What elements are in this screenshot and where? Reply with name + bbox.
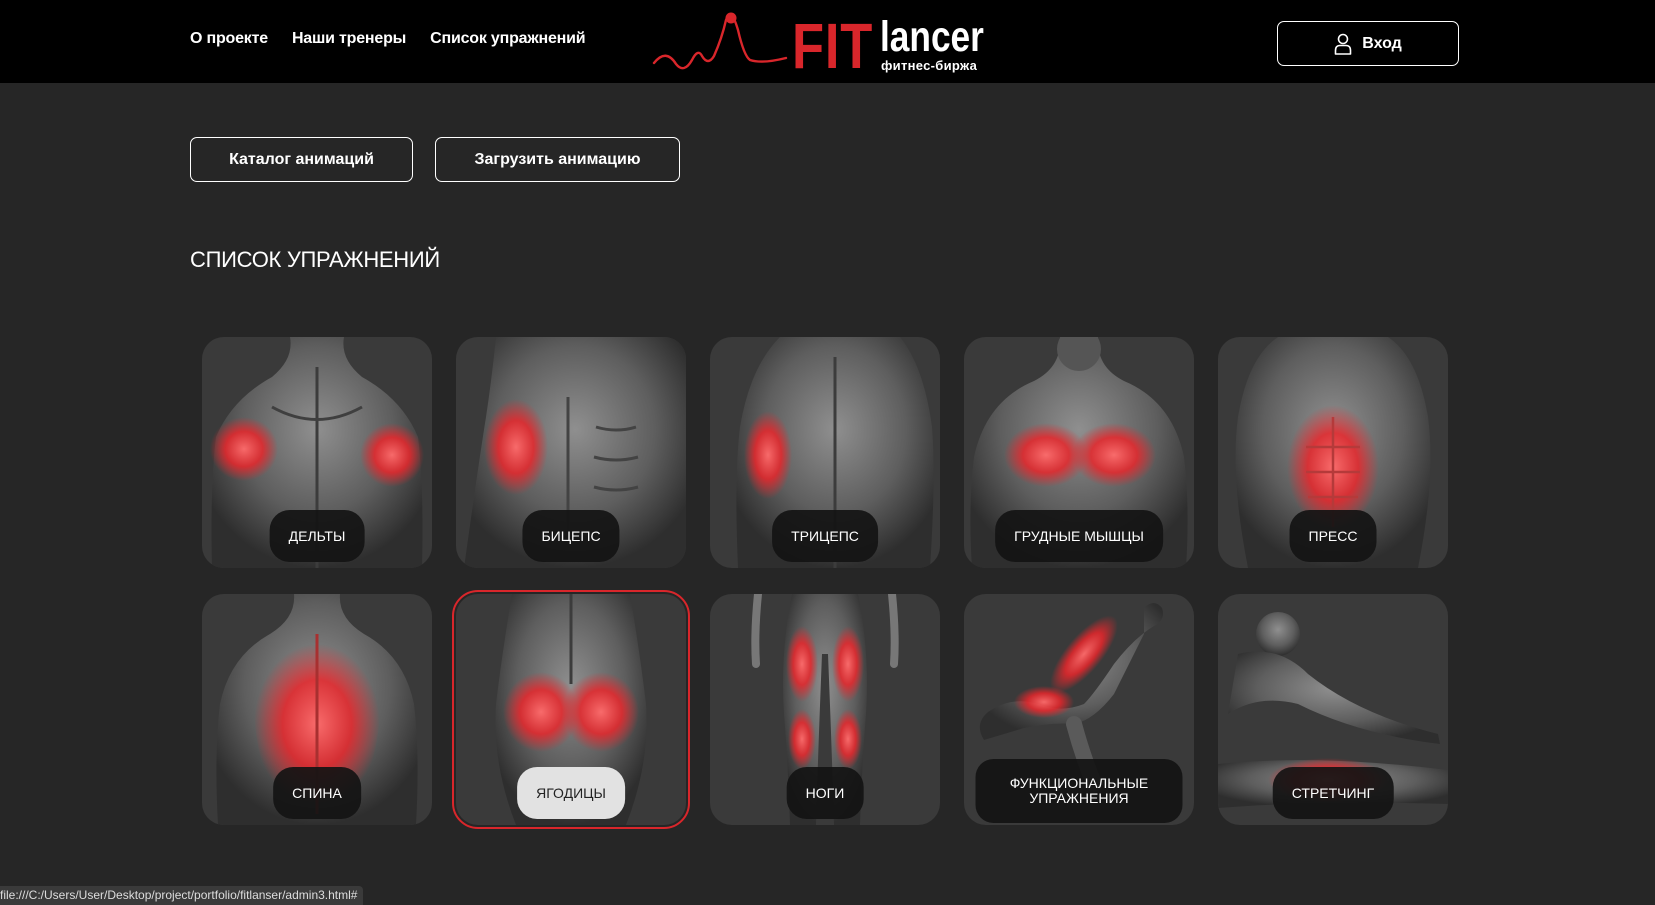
exercise-card-deltoids[interactable]: ДЕЛЬТЫ — [202, 337, 432, 568]
exercise-label: НОГИ — [786, 767, 864, 819]
exercise-card-glutes[interactable]: ЯГОДИЦЫ — [452, 590, 690, 829]
exercise-label: ГРУДНЫЕ МЫШЦЫ — [995, 510, 1163, 562]
nav-link-exercises[interactable]: Список упражнений — [430, 30, 585, 48]
exercise-card-functional[interactable]: ФУНКЦИОНАЛЬНЫЕ УПРАЖНЕНИЯ — [964, 594, 1194, 825]
user-icon — [1334, 33, 1352, 55]
exercise-label: СПИНА — [273, 767, 361, 819]
heartbeat-logo-icon — [652, 12, 788, 70]
animation-catalog-button[interactable]: Каталог анимаций — [190, 137, 413, 182]
logo-lancer-text: lancer — [880, 13, 984, 61]
exercise-label: ДЕЛЬТЫ — [269, 510, 365, 562]
exercise-grid: ДЕЛЬТЫ БИЦЕПС ТРИЦЕПС ГРУДНЫЕ МЫШЦЫ ПРЕС… — [202, 337, 1448, 829]
exercise-card-back[interactable]: СПИНА — [202, 594, 432, 825]
upload-animation-button[interactable]: Загрузить анимацию — [435, 137, 680, 182]
browser-status-url: file:///C:/Users/User/Desktop/project/po… — [0, 886, 364, 905]
exercise-card-chest[interactable]: ГРУДНЫЕ МЫШЦЫ — [964, 337, 1194, 568]
exercise-card-legs[interactable]: НОГИ — [710, 594, 940, 825]
exercise-label: ПРЕСС — [1289, 510, 1377, 562]
logo-subtitle: фитнес-биржа — [881, 58, 978, 73]
nav-link-trainers[interactable]: Наши тренеры — [292, 30, 406, 48]
main-nav: О проекте Наши тренеры Список упражнений — [190, 30, 586, 48]
exercise-label: ЯГОДИЦЫ — [517, 767, 625, 819]
logo[interactable]: FIT lancer фитнес-биржа — [652, 8, 1002, 78]
top-header: О проекте Наши тренеры Список упражнений… — [0, 0, 1655, 83]
nav-link-about[interactable]: О проекте — [190, 30, 268, 48]
exercise-card-triceps[interactable]: ТРИЦЕПС — [710, 337, 940, 568]
exercise-label: ТРИЦЕПС — [772, 510, 878, 562]
exercise-label: ФУНКЦИОНАЛЬНЫЕ УПРАЖНЕНИЯ — [975, 759, 1183, 823]
login-button[interactable]: Вход — [1277, 21, 1459, 66]
exercise-card-biceps[interactable]: БИЦЕПС — [456, 337, 686, 568]
exercise-label: БИЦЕПС — [522, 510, 620, 562]
exercise-card-abs[interactable]: ПРЕСС — [1218, 337, 1448, 568]
section-title: СПИСОК УПРАЖНЕНИЙ — [190, 247, 440, 272]
login-label: Вход — [1362, 34, 1402, 52]
exercise-label: СТРЕТЧИНГ — [1272, 767, 1394, 819]
logo-fit-text: FIT — [792, 10, 874, 82]
exercise-card-stretching[interactable]: СТРЕТЧИНГ — [1218, 594, 1448, 825]
